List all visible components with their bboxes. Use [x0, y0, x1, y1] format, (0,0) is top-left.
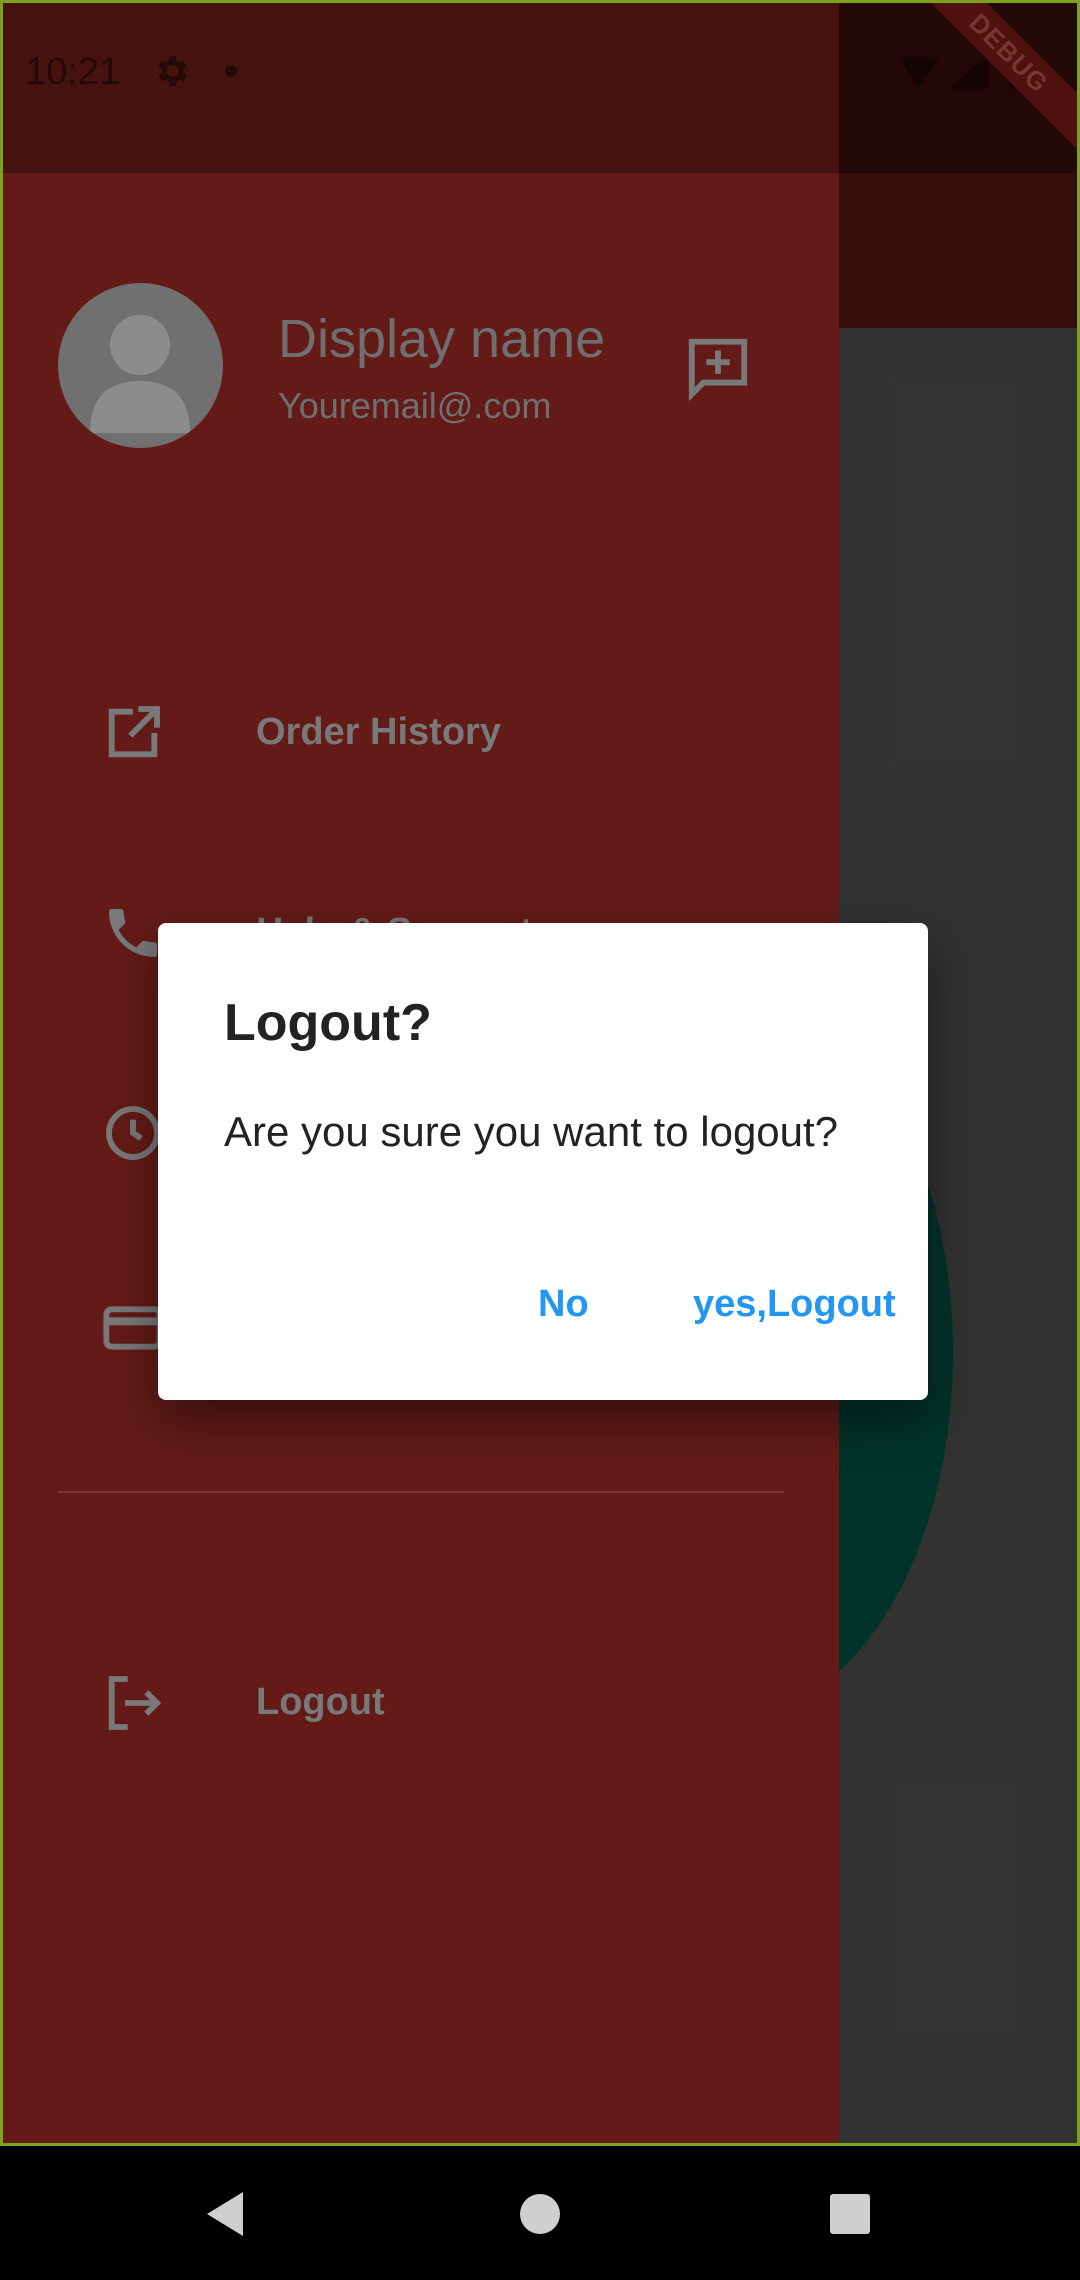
logout-dialog: Logout? Are you sure you want to logout?… [158, 923, 928, 1400]
dialog-message: Are you sure you want to logout? [224, 1108, 839, 1155]
back-icon[interactable] [195, 2184, 255, 2244]
recent-apps-icon[interactable] [820, 2184, 880, 2244]
yes-logout-button[interactable]: yes,Logout [693, 1283, 896, 1326]
dialog-title: Logout? [224, 994, 432, 1052]
no-button[interactable]: No [538, 1283, 589, 1326]
home-icon[interactable] [510, 2184, 570, 2244]
system-navigation-bar [0, 2146, 1080, 2280]
app-frame: 10:21 DEBUG Display name Youremail@.com [0, 0, 1080, 2146]
